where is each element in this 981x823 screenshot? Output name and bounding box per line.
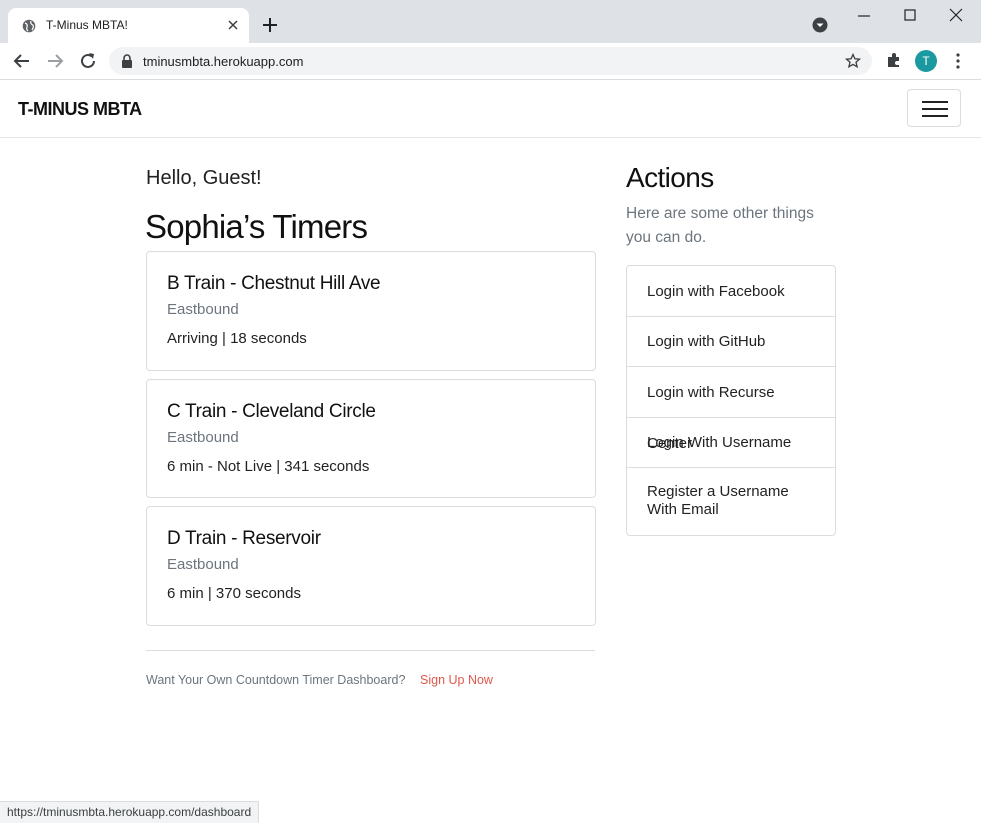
maximize-icon[interactable] [903, 8, 917, 22]
tab-search-icon[interactable] [812, 17, 828, 33]
action-list: Login with Facebook Login with GitHub Lo… [626, 265, 836, 536]
timer-title: C Train - Cleveland Circle [167, 401, 376, 422]
browser-tab-strip: T-Minus MBTA! [0, 0, 981, 43]
timer-status: 6 min - Not Live | 341 seconds [167, 458, 370, 475]
timer-card: D Train - Reservoir Eastbound 6 min | 37… [146, 506, 596, 626]
hamburger-menu-button[interactable] [907, 89, 961, 127]
login-username-link[interactable]: Login With Username [627, 418, 835, 468]
hamburger-bar [922, 115, 948, 117]
reload-icon[interactable] [78, 51, 98, 71]
new-tab-icon[interactable] [260, 15, 280, 35]
timer-title: D Train - Reservoir [167, 528, 321, 549]
minimize-icon[interactable] [857, 9, 871, 23]
status-bar-url: https://tminusmbta.herokuapp.com/dashboa… [0, 801, 260, 823]
timer-title: B Train - Chestnut Hill Ave [167, 273, 381, 294]
timer-card: B Train - Chestnut Hill Ave Eastbound Ar… [146, 251, 596, 371]
lock-icon [122, 54, 132, 68]
timer-direction: Eastbound [167, 301, 239, 318]
bookmark-star-icon[interactable] [845, 53, 861, 69]
greeting: Hello, Guest! [146, 167, 262, 189]
profile-avatar[interactable]: T [915, 50, 937, 72]
site-navbar: T-MINUS MBTA [0, 80, 981, 138]
divider [146, 650, 595, 651]
login-recurse-link[interactable]: Login with Recurse Center [627, 367, 835, 452]
timer-status: Arriving | 18 seconds [167, 330, 307, 347]
hamburger-bar [922, 108, 948, 110]
login-facebook-link[interactable]: Login with Facebook [627, 266, 835, 317]
close-tab-icon[interactable] [224, 16, 242, 34]
actions-description: Here are some other things you can do. [626, 205, 814, 246]
login-github-link[interactable]: Login with GitHub [627, 317, 835, 367]
window-close-icon[interactable] [949, 8, 963, 22]
signup-link[interactable]: Sign Up Now [420, 673, 493, 687]
browser-tab[interactable]: T-Minus MBTA! [8, 8, 249, 43]
tab-title: T-Minus MBTA! [46, 18, 128, 32]
more-vert-icon[interactable] [951, 52, 965, 70]
forward-arrow-icon[interactable] [45, 51, 65, 71]
timer-direction: Eastbound [167, 429, 239, 446]
url-text: tminusmbta.herokuapp.com [143, 54, 304, 69]
back-arrow-icon[interactable] [12, 51, 32, 71]
timer-card: C Train - Cleveland Circle Eastbound 6 m… [146, 379, 596, 498]
register-username-link[interactable]: Register a Username With Email [627, 468, 835, 535]
timer-status: 6 min | 370 seconds [167, 585, 301, 602]
timer-direction: Eastbound [167, 556, 239, 573]
extensions-puzzle-icon[interactable] [885, 51, 903, 69]
address-bar[interactable]: tminusmbta.herokuapp.com [109, 47, 872, 75]
brand-logo[interactable]: T-MINUS MBTA [18, 99, 142, 120]
timers-title: Sophia’s Timers [145, 208, 368, 245]
actions-title: Actions [626, 162, 714, 193]
globe-icon [22, 19, 36, 33]
browser-toolbar: tminusmbta.herokuapp.com [0, 43, 981, 80]
hamburger-bar [922, 101, 948, 103]
signup-prompt: Want Your Own Countdown Timer Dashboard? [146, 673, 406, 687]
